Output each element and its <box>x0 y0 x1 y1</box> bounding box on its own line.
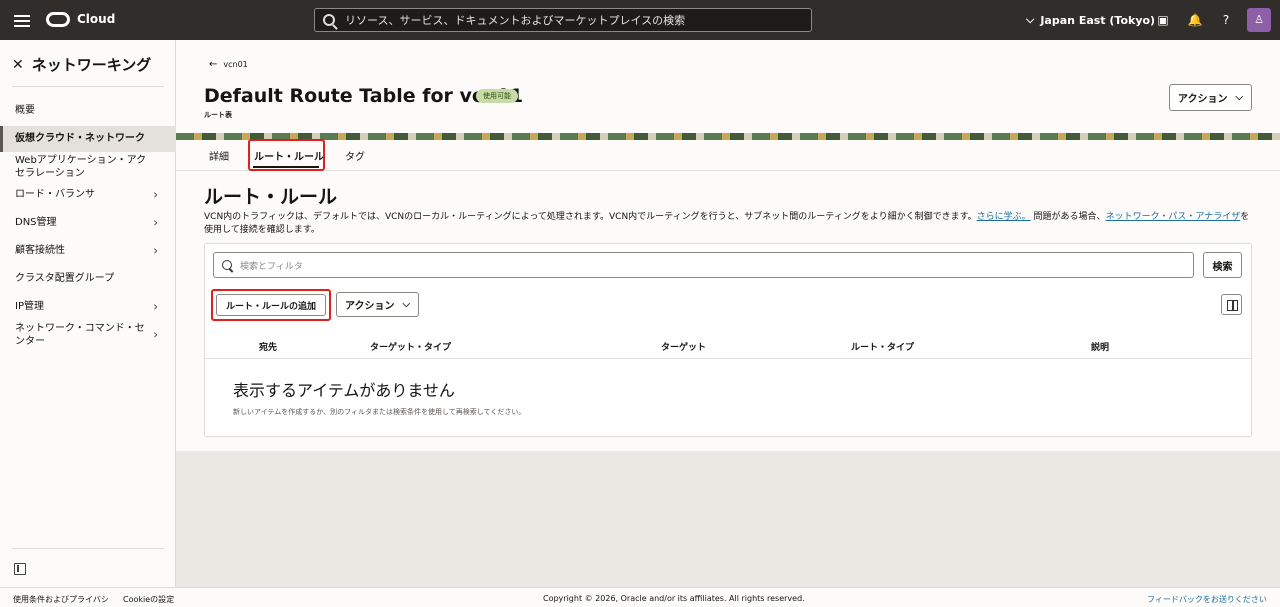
sidebar-item-cluster-placement[interactable]: クラスタ配置グループ <box>0 272 176 285</box>
sidebar-item-dns[interactable]: DNS管理 › <box>0 216 176 229</box>
tab-tags[interactable]: タグ <box>345 148 365 163</box>
help-icon[interactable]: ? <box>1218 12 1234 28</box>
sidebar-item-overview[interactable]: 概要 <box>0 104 176 117</box>
content-background <box>176 451 1280 587</box>
search-icon <box>222 260 232 270</box>
column-header-destination[interactable]: 宛先 <box>259 340 277 353</box>
tab-details[interactable]: 詳細 <box>209 148 229 163</box>
chevron-right-icon: › <box>153 187 158 201</box>
empty-state-title: 表示するアイテムがありません <box>233 381 455 400</box>
chevron-right-icon: › <box>153 327 158 342</box>
region-label: Japan East (Tokyo) <box>1040 13 1156 27</box>
hamburger-menu-icon[interactable] <box>14 12 30 28</box>
column-header-description[interactable]: 説明 <box>1091 340 1109 353</box>
sidebar-item-load-balancer[interactable]: ロード・バランサ › <box>0 188 176 201</box>
chevron-down-icon: ⌵ <box>1235 92 1244 103</box>
copyright-text: Copyright © 2026, Oracle and/or its affi… <box>543 594 805 603</box>
back-link[interactable]: ← vcn01 <box>209 59 248 70</box>
network-path-analyzer-link[interactable]: ネットワーク・パス・アナライザ <box>1106 212 1241 222</box>
search-icon <box>323 14 335 26</box>
top-bar: Cloud リソース、サービス、ドキュメントおよびマーケットプレイスの検索 ⌵ … <box>0 0 1280 40</box>
chevron-right-icon: › <box>153 215 158 229</box>
search-placeholder: リソース、サービス、ドキュメントおよびマーケットプレイスの検索 <box>345 14 686 27</box>
footer: 使用条件およびプライバシ Cookieの設定 Copyright © 2026,… <box>0 587 1280 607</box>
sidebar-title-label: ネットワーキング <box>31 56 152 74</box>
tab-divider <box>176 170 1280 171</box>
sidebar-item-label: 仮想クラウド・ネットワーク <box>15 133 145 144</box>
sidebar-item-label: ネットワーク・コマンド・センター <box>15 323 145 347</box>
notification-bell-icon[interactable]: 🔔 <box>1187 12 1203 28</box>
back-link-label: vcn01 <box>223 60 248 69</box>
sidebar-item-network-command-center[interactable]: ネットワーク・コマンド・センター › <box>0 322 176 348</box>
sidebar-item-label: IP管理 <box>15 301 44 312</box>
oracle-logo-icon[interactable] <box>46 12 70 27</box>
empty-state-description: 新しいアイテムを作成するか、別のフィルタまたは検索条件を使用して再検索してくださ… <box>233 408 526 416</box>
sidebar-item-label: 顧客接続性 <box>15 245 65 256</box>
sidebar-item-ip-management[interactable]: IP管理 › <box>0 300 176 313</box>
sidebar: ✕ ネットワーキング <box>0 40 176 587</box>
chevron-down-icon: ⌵ <box>402 299 411 310</box>
sidebar-item-label: DNS管理 <box>15 217 57 228</box>
sidebar-title: ✕ ネットワーキング <box>12 54 151 75</box>
networking-icon: ✕ <box>12 56 24 73</box>
desc-text: 問題がある場合、 <box>1030 212 1106 222</box>
search-button[interactable]: 検索 <box>1203 252 1242 278</box>
actions-label: アクション <box>1177 94 1228 105</box>
filter-placeholder: 検索とフィルタ <box>240 261 303 272</box>
column-settings-icon[interactable] <box>1221 294 1242 315</box>
sidebar-item-label: ロード・バランサ <box>15 189 95 200</box>
section-description: VCN内のトラフィックは、デフォルトでは、VCNのローカル・ルーティングによって… <box>204 211 1252 237</box>
chevron-right-icon: › <box>153 243 158 257</box>
sidebar-item-label: 概要 <box>15 105 35 116</box>
header-actions-button[interactable]: アクション ⌵ <box>1169 84 1252 111</box>
section-title: ルート・ルール <box>204 186 338 208</box>
desc-text: VCN内のトラフィックは、デフォルトでは、VCNのローカル・ルーティングによって… <box>204 212 977 222</box>
sidebar-item-label: クラスタ配置グループ <box>15 273 115 284</box>
cookie-settings-link[interactable]: Cookieの設定 <box>123 594 174 605</box>
user-avatar-icon[interactable]: ♙ <box>1247 8 1271 32</box>
sidebar-bottom-divider <box>12 548 164 549</box>
brand-label[interactable]: Cloud <box>77 12 115 26</box>
column-header-route-type[interactable]: ルート・タイプ <box>851 340 914 353</box>
arrow-left-icon: ← <box>209 59 218 70</box>
cloud-shell-icon[interactable]: ▣ <box>1155 12 1171 28</box>
highlight-box-add <box>211 289 331 321</box>
terms-link[interactable]: 使用条件およびプライバシ <box>13 594 109 605</box>
sidebar-item-vcn[interactable]: 仮想クラウド・ネットワーク <box>0 126 176 152</box>
page-subtitle: ルート表 <box>204 111 232 119</box>
table-header-divider <box>205 358 1251 359</box>
chevron-down-icon: ⌵ <box>1026 13 1035 26</box>
chevron-right-icon: › <box>153 299 158 313</box>
sidebar-item-waa[interactable]: Webアプリケーション・アクセラレーション <box>0 154 176 180</box>
region-selector[interactable]: ⌵ Japan East (Tokyo) <box>1026 13 1155 27</box>
highlight-box-tab <box>248 139 325 171</box>
feedback-link[interactable]: フィードバックをお送りください <box>1147 594 1267 605</box>
filter-search-input[interactable]: 検索とフィルタ <box>213 252 1194 278</box>
status-badge: 使用可能 <box>476 89 518 103</box>
collapse-sidebar-icon[interactable] <box>14 563 26 575</box>
column-header-target[interactable]: ターゲット <box>661 340 706 353</box>
table-actions-button[interactable]: アクション ⌵ <box>336 292 419 317</box>
column-header-target-type[interactable]: ターゲット・タイプ <box>370 340 451 353</box>
sidebar-item-customer-connectivity[interactable]: 顧客接続性 › <box>0 244 176 257</box>
global-search-input[interactable]: リソース、サービス、ドキュメントおよびマーケットプレイスの検索 <box>314 8 812 32</box>
actions-label: アクション <box>344 301 395 312</box>
decorative-banner <box>176 133 1280 140</box>
sidebar-divider <box>12 86 164 87</box>
sidebar-item-label: Webアプリケーション・アクセラレーション <box>15 155 147 179</box>
learn-more-link[interactable]: さらに学ぶ。 <box>977 212 1031 222</box>
